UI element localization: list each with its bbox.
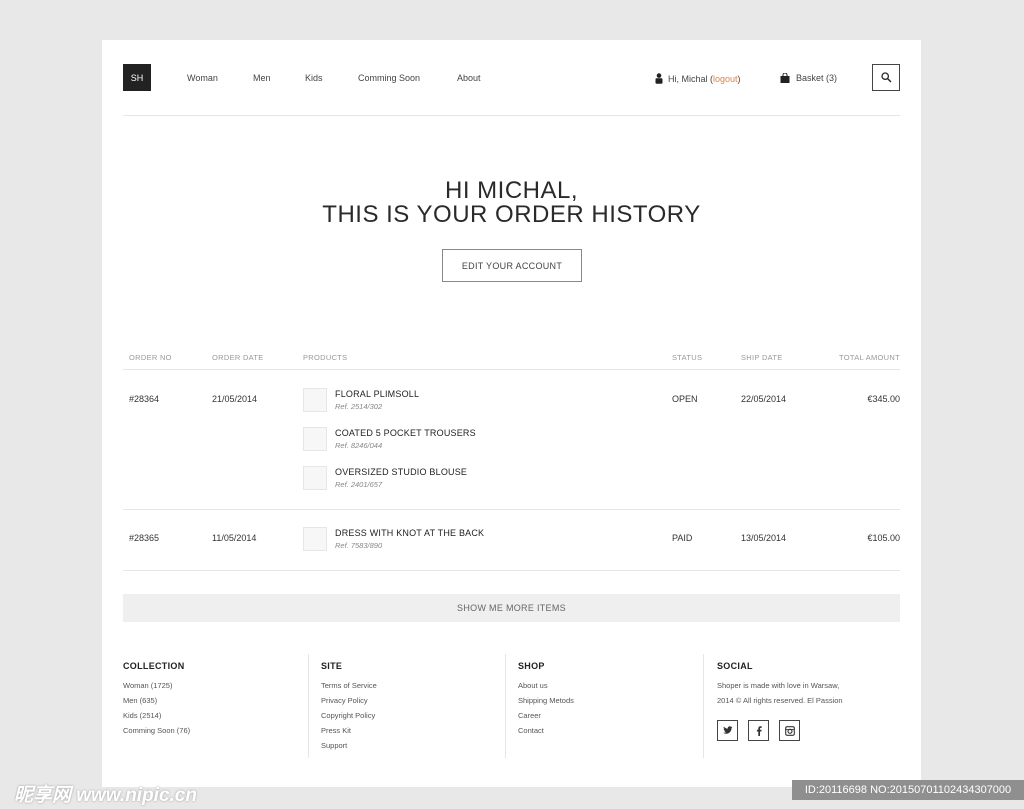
- footer-link[interactable]: Men (635): [123, 696, 157, 705]
- footer-heading: SITE: [321, 661, 343, 671]
- footer-link[interactable]: Shipping Metods: [518, 696, 574, 705]
- product-ref: Ref. 2514/302: [335, 402, 383, 411]
- footer-heading: SHOP: [518, 661, 545, 671]
- order-no[interactable]: #28365: [129, 533, 159, 543]
- product-name: COATED 5 POCKET TROUSERS: [335, 428, 476, 438]
- nav-item-men[interactable]: Men: [253, 73, 271, 83]
- footer-copyright-line2: 2014 © All rights reserved. El Passion: [717, 696, 843, 705]
- nav-item-about[interactable]: About: [457, 73, 481, 83]
- logo[interactable]: SH: [123, 64, 151, 91]
- nav-item-kids[interactable]: Kids: [305, 73, 323, 83]
- order-status: OPEN: [672, 394, 698, 404]
- table-row: #28364 21/05/2014 FLORAL PLIMSOLL Ref. 2…: [123, 370, 900, 510]
- nav-item-woman[interactable]: Woman: [187, 73, 218, 83]
- col-order-no: ORDER NO: [129, 353, 172, 362]
- footer-link[interactable]: Press Kit: [321, 726, 351, 735]
- footer-copyright-line1: Shoper is made with love in Warsaw,: [717, 681, 840, 690]
- footer-link[interactable]: Career: [518, 711, 541, 720]
- footer-link[interactable]: Support: [321, 741, 347, 750]
- footer-link[interactable]: Contact: [518, 726, 544, 735]
- page-title-line1: HI MICHAL,: [444, 177, 578, 204]
- bag-icon: [780, 73, 790, 83]
- product-thumbnail: [303, 466, 327, 490]
- greeting-close: ): [737, 73, 741, 84]
- product-ref: Ref. 8246/044: [335, 441, 383, 450]
- footer-link[interactable]: Comming Soon (76): [123, 726, 190, 735]
- col-products: PRODUCTS: [303, 353, 348, 362]
- order-status: PAID: [672, 533, 693, 543]
- ship-date: 13/05/2014: [741, 533, 787, 543]
- footer-collection: COLLECTION Woman (1725) Men (635) Kids (…: [123, 654, 308, 758]
- footer-link[interactable]: Privacy Policy: [321, 696, 368, 705]
- footer-social: SOCIAL Shoper is made with love in Warsa…: [703, 654, 900, 758]
- order-no[interactable]: #28364: [129, 394, 159, 404]
- order-total: €345.00: [867, 394, 900, 404]
- footer-link[interactable]: Woman (1725): [123, 681, 172, 690]
- user-icon: [655, 73, 663, 84]
- show-more-button[interactable]: SHOW ME MORE ITEMS: [123, 594, 900, 622]
- watermark-right: ID:20116698 NO:20150701102434307000: [792, 780, 1024, 800]
- basket-label: Basket (3): [796, 73, 838, 83]
- ship-date: 22/05/2014: [741, 394, 787, 404]
- product-thumbnail: [303, 427, 327, 451]
- user-greeting: Hi, Michal (logout): [655, 73, 741, 84]
- col-total-amount: TOTAL AMOUNT: [839, 353, 900, 362]
- logout-link[interactable]: logout: [713, 74, 738, 84]
- product-ref: Ref. 2401/657: [335, 480, 383, 489]
- watermark-left: 昵享网 www.nipic.cn: [14, 785, 197, 806]
- facebook-button[interactable]: [748, 720, 769, 741]
- order-date: 21/05/2014: [212, 394, 258, 404]
- col-status: STATUS: [672, 353, 703, 362]
- twitter-icon: [722, 726, 732, 734]
- footer-heading: COLLECTION: [123, 661, 185, 671]
- footer-shop: SHOP About us Shipping Metods Career Con…: [505, 654, 703, 758]
- edit-account-button[interactable]: EDIT YOUR ACCOUNT: [442, 249, 582, 282]
- page-title-line2: THIS IS YOUR ORDER HISTORY: [322, 201, 701, 228]
- order-total: €105.00: [867, 533, 900, 543]
- footer-link[interactable]: Kids (2514): [123, 711, 161, 720]
- facebook-icon: [756, 725, 762, 736]
- footer-heading: SOCIAL: [717, 661, 753, 671]
- table-row: #28365 11/05/2014 DRESS WITH KNOT AT THE…: [123, 510, 900, 571]
- search-button[interactable]: [872, 64, 900, 91]
- footer-link[interactable]: Terms of Service: [321, 681, 377, 690]
- col-order-date: ORDER DATE: [212, 353, 264, 362]
- product-thumbnail: [303, 527, 327, 551]
- twitter-button[interactable]: [717, 720, 738, 741]
- search-icon: [880, 72, 892, 83]
- greeting-text: Hi, Michal (: [668, 73, 714, 84]
- site-header: SH Woman Men Kids Comming Soon About Hi,…: [123, 64, 900, 116]
- page-title: HI MICHAL, THIS IS YOUR ORDER HISTORY: [102, 179, 921, 227]
- basket-link[interactable]: Basket (3): [780, 73, 837, 83]
- product-ref: Ref. 7583/890: [335, 541, 383, 550]
- footer-link[interactable]: Copyright Policy: [321, 711, 375, 720]
- product-name: DRESS WITH KNOT AT THE BACK: [335, 528, 485, 538]
- nav-item-comming-soon[interactable]: Comming Soon: [358, 73, 420, 83]
- col-ship-date: SHIP DATE: [741, 353, 783, 362]
- product-name: OVERSIZED STUDIO BLOUSE: [335, 467, 468, 477]
- order-date: 11/05/2014: [212, 533, 257, 543]
- footer-link[interactable]: About us: [518, 681, 548, 690]
- page-card: SH Woman Men Kids Comming Soon About Hi,…: [102, 40, 921, 787]
- product-name: FLORAL PLIMSOLL: [335, 389, 420, 399]
- footer-site: SITE Terms of Service Privacy Policy Cop…: [308, 654, 505, 758]
- product-thumbnail: [303, 388, 327, 412]
- orders-table-header: ORDER NO ORDER DATE PRODUCTS STATUS SHIP…: [123, 348, 900, 370]
- instagram-button[interactable]: [779, 720, 800, 741]
- instagram-icon: [784, 725, 795, 736]
